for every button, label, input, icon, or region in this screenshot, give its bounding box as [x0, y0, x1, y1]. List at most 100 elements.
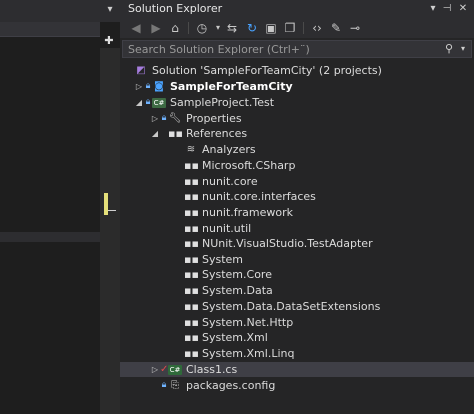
reference-icon: ▪▪ [184, 253, 199, 266]
tree-item-label: Microsoft.CSharp [202, 159, 296, 172]
search-icon[interactable]: ⚲ [441, 41, 457, 57]
close-icon[interactable]: ✕ [456, 1, 470, 17]
forward-icon[interactable]: ▶ [148, 20, 164, 36]
reference-icon: ▪▪ [184, 159, 199, 172]
reference-icon: ▪▪ [184, 175, 199, 188]
tree-item-label: SampleProject.Test [170, 96, 275, 109]
tree-item-label: Properties [186, 112, 242, 125]
editor-tab-bar: ▾ [0, 0, 120, 22]
sync-icon[interactable]: ⇆ [224, 20, 240, 36]
tree-item-label: System.Data.DataSetExtensions [202, 300, 381, 313]
tree-item-solution[interactable]: ◩ Solution 'SampleForTeamCity' (2 projec… [120, 63, 474, 78]
lock-icon: 🔒︎ [145, 81, 151, 91]
lock-icon: 🔒︎ [161, 113, 167, 123]
tree-item-label: nunit.util [202, 222, 252, 235]
tree-item-label: System.Xml.Linq [202, 347, 295, 360]
history-icon[interactable]: ◷ [194, 20, 210, 36]
editor-vertical-scrollbar[interactable] [100, 48, 120, 414]
reference-icon: ▪▪ [184, 206, 199, 219]
tree-item-label: nunit.framework [202, 206, 294, 219]
solution-explorer-toolbar: ◀ ▶ ⌂ ◷ ▾ ⇆ ↻ ▣ ❐ ‹› ✎ ⊸ [120, 18, 474, 38]
tree-item-properties[interactable]: ▷ 🔒︎ 🔧︎ Properties [120, 111, 474, 126]
view-code-icon[interactable]: ‹› [309, 20, 325, 36]
tree-item-reference[interactable]: ▪▪ Microsoft.CSharp [120, 158, 474, 173]
tree-item-label: packages.config [186, 379, 276, 392]
expand-arrow-icon[interactable]: ▷ [150, 362, 160, 377]
reference-icon: ▪▪ [184, 222, 199, 235]
tree-item-project-test[interactable]: ◢ 🔒︎ C# SampleProject.Test [120, 95, 474, 110]
toolbar-separator [303, 22, 304, 34]
properties-icon[interactable]: ✎ [328, 20, 344, 36]
expand-arrow-icon[interactable]: ▷ [134, 79, 144, 94]
web-project-icon: ◙ [154, 81, 164, 92]
reference-icon: ▪▪ [184, 190, 199, 203]
references-icon: ▪▪ [168, 127, 183, 140]
tree-item-reference[interactable]: ▪▪ nunit.framework [120, 205, 474, 220]
search-options-dropdown-icon[interactable]: ▾ [457, 41, 469, 57]
tree-item-label: System [202, 253, 244, 266]
reference-icon: ▪▪ [184, 300, 199, 313]
tree-item-label: System.Core [202, 268, 272, 281]
editor-navigation-bar[interactable] [0, 22, 100, 37]
code-editor-area[interactable]: ▾ ✚ [0, 0, 120, 414]
window-position-icon[interactable]: ▾ [426, 1, 440, 17]
tree-item-label: System.Data [202, 284, 273, 297]
csharp-file-icon: C# [168, 365, 182, 375]
tree-item-reference[interactable]: ▪▪ System.Xml.Linq [120, 346, 474, 361]
dropdown-icon[interactable]: ▾ [103, 3, 117, 17]
collapse-all-icon[interactable]: ▣ [263, 20, 279, 36]
reference-icon: ▪▪ [184, 268, 199, 281]
tree-item-label: nunit.core.interfaces [202, 190, 316, 203]
tree-item-reference[interactable]: ▪▪ NUnit.VisualStudio.TestAdapter [120, 236, 474, 251]
auto-hide-pin-icon[interactable]: ⊣ [440, 1, 454, 17]
preview-icon[interactable]: ⊸ [347, 20, 363, 36]
panel-title-bar: Solution Explorer ▾ ⊣ ✕ [120, 0, 474, 18]
tree-item-reference[interactable]: ▪▪ System.Net.Http [120, 315, 474, 330]
lock-icon: 🔒︎ [161, 380, 167, 390]
tree-item-label: Solution 'SampleForTeamCity' (2 projects… [152, 64, 382, 77]
search-input[interactable] [128, 42, 438, 56]
toolbar-separator [188, 22, 189, 34]
tree-item-reference[interactable]: ▪▪ System [120, 252, 474, 267]
tree-item-reference[interactable]: ▪▪ nunit.core.interfaces [120, 189, 474, 204]
solution-icon: ◩ [136, 65, 146, 76]
tree-item-reference[interactable]: ▪▪ nunit.core [120, 174, 474, 189]
back-icon[interactable]: ◀ [128, 20, 144, 36]
tree-item-analyzers[interactable]: ≋ Analyzers [120, 142, 474, 157]
analyzers-icon: ≋ [186, 144, 196, 155]
editor-divider [0, 232, 100, 242]
search-box[interactable]: ⚲ ▾ [122, 40, 472, 58]
refresh-icon[interactable]: ↻ [244, 20, 260, 36]
tree-item-label: System.Net.Http [202, 316, 294, 329]
tree-item-reference[interactable]: ▪▪ nunit.util [120, 221, 474, 236]
tree-item-references[interactable]: ◢ ▪▪ References [120, 126, 474, 141]
solution-explorer-panel: Solution Explorer ▾ ⊣ ✕ ◀ ▶ ⌂ ◷ ▾ ⇆ ↻ ▣ … [120, 0, 474, 414]
panel-title: Solution Explorer [128, 2, 223, 15]
tree-item-reference[interactable]: ▪▪ System.Xml [120, 330, 474, 345]
tree-item-class1-selected[interactable]: ▷ ✓ C# Class1.cs [120, 362, 474, 377]
tree-item-label: References [186, 127, 248, 140]
reference-icon: ▪▪ [184, 316, 199, 329]
collapse-arrow-icon[interactable]: ◢ [150, 126, 160, 141]
tree-item-reference[interactable]: ▪▪ System.Data [120, 283, 474, 298]
caret-line-marker [108, 210, 116, 211]
collapse-arrow-icon[interactable]: ◢ [134, 95, 144, 110]
reference-icon: ▪▪ [184, 331, 199, 344]
tree-item-reference[interactable]: ▪▪ System.Data.DataSetExtensions [120, 299, 474, 314]
tree-item-label: nunit.core [202, 175, 258, 188]
tree-item-reference[interactable]: ▪▪ System.Core [120, 267, 474, 282]
reference-icon: ▪▪ [184, 284, 199, 297]
expand-arrow-icon[interactable]: ▷ [150, 111, 160, 126]
tree-item-project-web[interactable]: ▷ 🔒︎ ◙ SampleForTeamCity [120, 79, 474, 94]
config-file-icon: ⎘ [171, 380, 179, 391]
show-all-files-icon[interactable]: ❐ [282, 20, 298, 36]
home-icon[interactable]: ⌂ [167, 20, 183, 36]
split-editor-icon[interactable]: ✚ [103, 34, 115, 48]
reference-icon: ▪▪ [184, 237, 199, 250]
tree-item-packages-config[interactable]: 🔒︎ ⎘ packages.config [120, 378, 474, 393]
tree-item-label: NUnit.VisualStudio.TestAdapter [202, 237, 373, 250]
lock-icon: 🔒︎ [145, 97, 151, 107]
scrollbar-caret-marker [104, 193, 108, 215]
tree-item-label: SampleForTeamCity [170, 80, 293, 93]
tree-item-label: Class1.cs [186, 363, 238, 376]
